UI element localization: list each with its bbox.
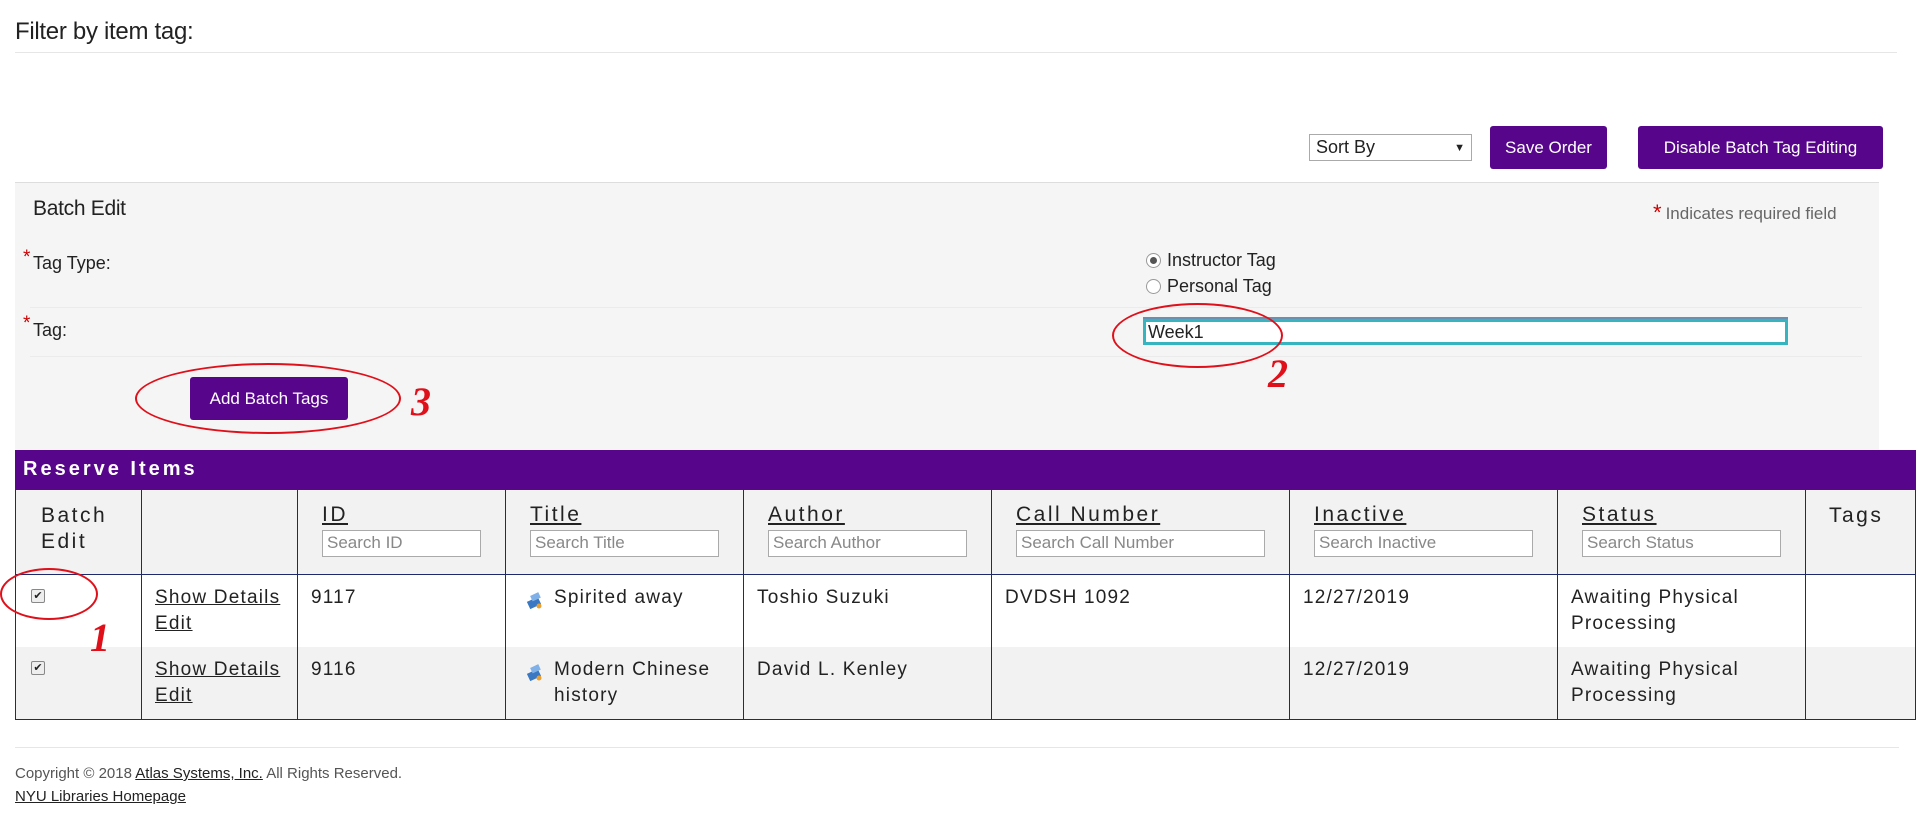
tags-column-header: Tags	[1829, 504, 1884, 527]
item-inactive-date: 12/27/2019	[1303, 659, 1411, 680]
column-divider	[991, 489, 992, 720]
save-order-button[interactable]: Save Order	[1490, 126, 1607, 169]
required-star-icon: *	[23, 313, 31, 334]
header-divider	[15, 52, 1897, 53]
title-column-header[interactable]: Title	[530, 503, 581, 527]
author-column-header[interactable]: Author	[768, 503, 845, 527]
status-column-header[interactable]: Status	[1582, 503, 1657, 527]
atlas-systems-link[interactable]: Atlas Systems, Inc.	[135, 765, 263, 782]
footer-divider	[15, 747, 1899, 748]
item-title: Spirited away	[554, 585, 684, 611]
disable-batch-tag-editing-button[interactable]: Disable Batch Tag Editing	[1638, 126, 1883, 169]
dropdown-arrow-icon: ▼	[1454, 141, 1465, 154]
row-select-checkbox[interactable]: ✔	[31, 661, 45, 675]
item-type-icon	[526, 664, 542, 682]
item-author: Toshio Suzuki	[757, 587, 890, 608]
required-note-text: Indicates required field	[1665, 204, 1837, 223]
copyright-suffix: All Rights Reserved.	[266, 765, 403, 782]
search-call-number-input[interactable]: Search Call Number	[1016, 530, 1265, 557]
item-status-line2: Processing	[1571, 685, 1677, 706]
item-status-line1: Awaiting Physical	[1571, 587, 1739, 608]
batch-edit-title: Batch Edit	[33, 197, 126, 220]
search-author-input[interactable]: Search Author	[768, 530, 967, 557]
row-divider	[15, 574, 1916, 575]
table-row: Show Details Edit	[155, 585, 280, 637]
tag-type-label: Tag Type:	[33, 253, 111, 273]
annotation-ellipse-checkbox	[0, 568, 98, 620]
item-status: Awaiting Physical Processing	[1571, 657, 1739, 709]
radio-checked-icon[interactable]	[1146, 253, 1161, 268]
form-row-divider	[30, 356, 1862, 357]
column-divider	[1289, 489, 1290, 720]
item-title: Modern Chinese history	[554, 657, 710, 709]
item-id: 9116	[311, 659, 357, 680]
item-title-line1: Modern Chinese	[554, 659, 711, 680]
item-title-line1: Spirited away	[554, 587, 684, 608]
show-details-link[interactable]: Show Details	[155, 585, 280, 611]
search-inactive-input[interactable]: Search Inactive	[1314, 530, 1533, 557]
annotation-ellipse-add-button	[135, 363, 401, 434]
table-row: Show Details Edit	[155, 657, 280, 709]
edit-link[interactable]: Edit	[155, 611, 280, 637]
inactive-column-header[interactable]: Inactive	[1314, 503, 1406, 527]
filter-heading: Filter by item tag:	[15, 18, 194, 45]
personal-tag-label: Personal Tag	[1167, 276, 1272, 296]
call-number-column-header[interactable]: Call Number	[1016, 503, 1160, 527]
copyright-text: Copyright © 2018 Atlas Systems, Inc. All…	[15, 765, 402, 782]
sort-by-value: Sort By	[1316, 137, 1376, 157]
item-author: David L. Kenley	[757, 659, 909, 680]
column-divider	[743, 489, 744, 720]
instructor-tag-radio[interactable]: Instructor Tag	[1146, 250, 1276, 271]
batch-edit-header-line1: Batch	[41, 504, 108, 527]
item-inactive-date: 12/27/2019	[1303, 587, 1411, 608]
search-id-input[interactable]: Search ID	[322, 530, 481, 557]
annotation-number: 1	[90, 615, 110, 660]
search-title-input[interactable]: Search Title	[530, 530, 719, 557]
required-field-note: * Indicates required field	[1653, 199, 1837, 225]
item-call-number: DVDSH 1092	[1005, 587, 1132, 608]
item-status-line2: Processing	[1571, 613, 1677, 634]
nyu-libraries-homepage-link[interactable]: NYU Libraries Homepage	[15, 788, 186, 805]
item-title-line2: history	[554, 685, 619, 706]
column-divider	[141, 489, 142, 720]
show-details-link[interactable]: Show Details	[155, 657, 280, 683]
id-column-header[interactable]: ID	[322, 503, 348, 527]
edit-link[interactable]: Edit	[155, 683, 280, 709]
annotation-ellipse-tag-input	[1112, 303, 1283, 368]
column-divider	[1805, 489, 1806, 720]
required-star-icon: *	[23, 247, 31, 268]
search-status-input[interactable]: Search Status	[1582, 530, 1781, 557]
item-status-line1: Awaiting Physical	[1571, 659, 1739, 680]
column-divider	[1557, 489, 1558, 720]
annotation-number: 2	[1268, 351, 1288, 396]
required-star-icon: *	[1653, 200, 1662, 225]
item-id: 9117	[311, 587, 357, 608]
item-status: Awaiting Physical Processing	[1571, 585, 1739, 637]
sort-by-select[interactable]: Sort By ▼	[1309, 134, 1472, 161]
annotation-number: 3	[411, 379, 431, 424]
column-divider	[505, 489, 506, 720]
instructor-tag-label: Instructor Tag	[1167, 250, 1276, 270]
batch-edit-header-line2: Edit	[41, 530, 88, 553]
form-row-divider	[30, 307, 1862, 308]
batch-edit-column-header: Batch Edit	[41, 503, 107, 555]
copyright-prefix: Copyright © 2018	[15, 765, 132, 782]
column-divider	[297, 489, 298, 720]
item-type-icon	[526, 592, 542, 610]
radio-unchecked-icon[interactable]	[1146, 279, 1161, 294]
personal-tag-radio[interactable]: Personal Tag	[1146, 276, 1272, 297]
tag-label: Tag:	[33, 320, 68, 340]
reserve-items-header: Reserve Items	[15, 450, 1916, 489]
